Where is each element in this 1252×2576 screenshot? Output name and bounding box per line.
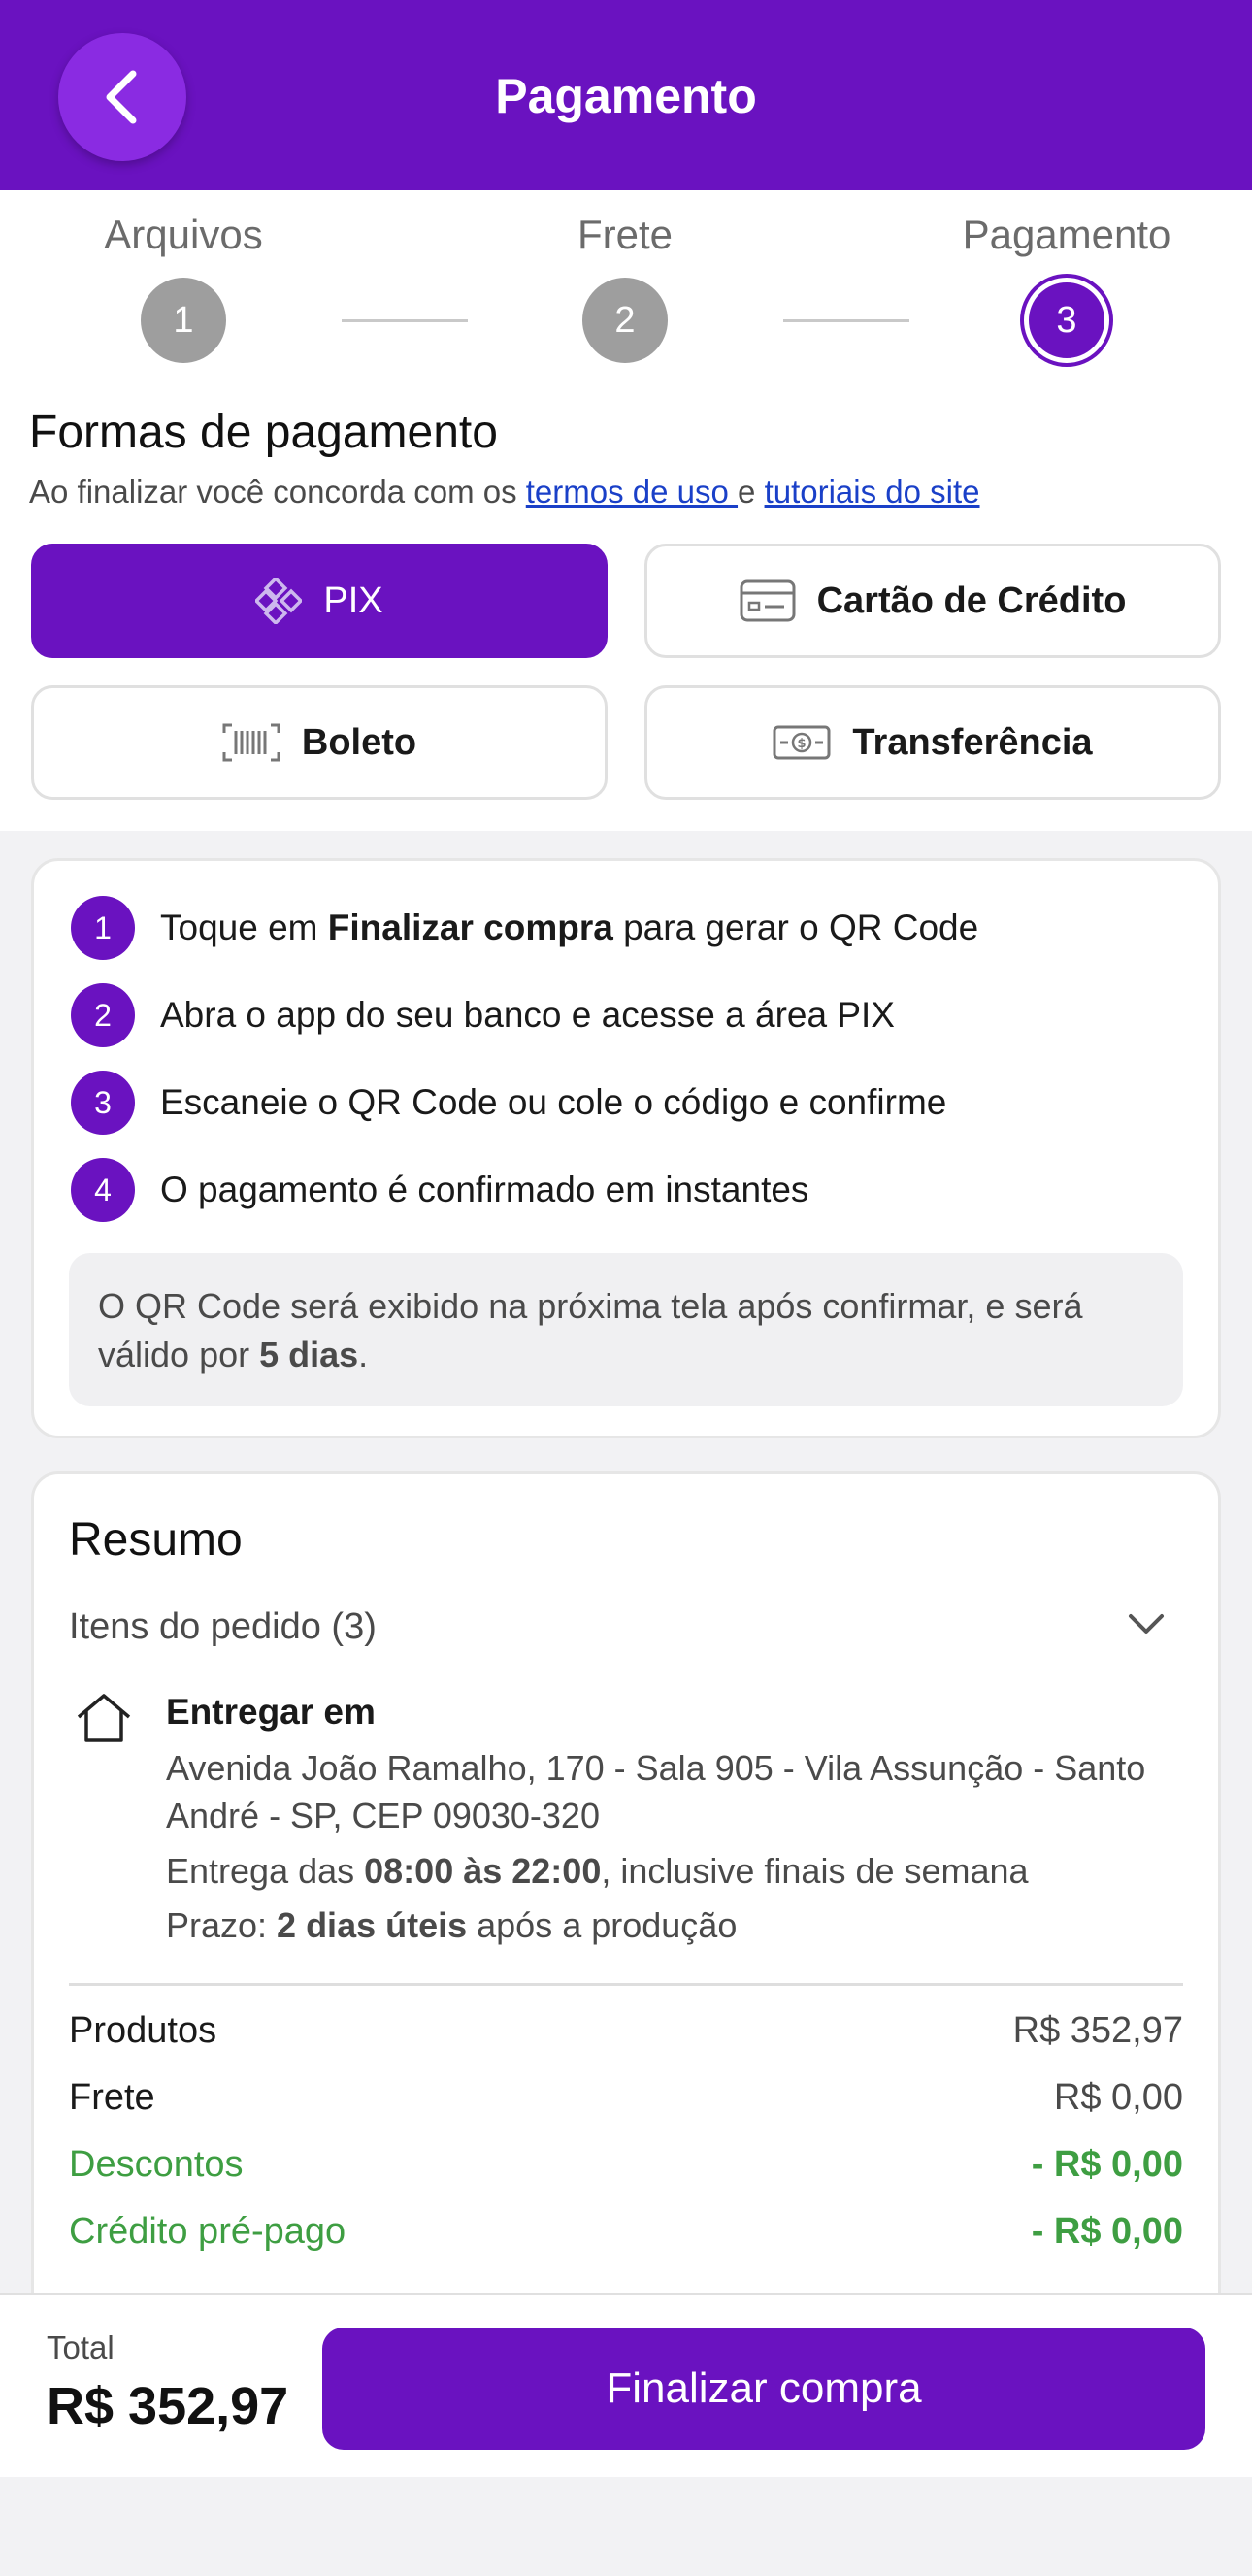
step-label-frete: Frete — [577, 212, 674, 257]
order-summary-card: Resumo Itens do pedido (3) Entregar em A… — [31, 1471, 1221, 2326]
note-text: O QR Code será exibido na próxima tela a… — [98, 1286, 1083, 1374]
summary-row-descontos: Descontos - R$ 0,00 — [69, 2144, 1183, 2186]
summary-label: Descontos — [69, 2144, 244, 2185]
step-connector — [783, 319, 909, 322]
step-label-arquivos: Arquivos — [104, 212, 263, 257]
deadline-text: após a produção — [467, 1905, 738, 1945]
section-title: Formas de pagamento — [29, 407, 498, 458]
delivery-deadline: Prazo: 2 dias úteis após a produção — [166, 1901, 1183, 1949]
order-items-label: Itens do pedido (3) — [69, 1606, 377, 1647]
summary-value: R$ 352,97 — [1012, 2010, 1183, 2051]
summary-value: R$ 0,00 — [1053, 2077, 1183, 2118]
delivery-hours: Entrega das 08:00 às 22:00, inclusive fi… — [166, 1847, 1183, 1895]
instruction-text: O pagamento é confirmado em instantes — [160, 1170, 809, 1209]
svg-text:$: $ — [798, 737, 807, 751]
hours-bold: 08:00 às 22:00 — [364, 1851, 602, 1891]
step-number: 2 — [71, 983, 135, 1047]
delivery-address: Avenida João Ramalho, 170 - Sala 905 - V… — [166, 1748, 1146, 1835]
deadline-text: Prazo: — [166, 1905, 278, 1945]
method-pix-button[interactable]: PIX — [31, 544, 608, 658]
instruction-text-part: para gerar o QR Code — [612, 908, 979, 947]
deliver-title: Entregar em — [166, 1692, 376, 1732]
summary-label: Frete — [69, 2077, 155, 2118]
site-tutorials-link[interactable]: tutoriais do site — [765, 474, 980, 510]
payment-methods-section: Formas de pagamento Ao finalizar você co… — [0, 375, 1252, 831]
note-text-bold: 5 dias — [259, 1335, 359, 1374]
hours-text: , inclusive finais de semana — [601, 1851, 1029, 1891]
instruction-step-3: 3 Escaneie o QR Code ou cole o código e … — [71, 1071, 946, 1135]
divider — [69, 1983, 1183, 1986]
step-label-pagamento: Pagamento — [962, 212, 1171, 257]
terms-of-use-link[interactable]: termos de uso — [526, 474, 738, 510]
instruction-text-part: Toque em — [160, 908, 328, 947]
summary-row-frete: Frete R$ 0,00 — [69, 2077, 1183, 2119]
step-circle-2[interactable]: 2 — [582, 278, 668, 363]
summary-title: Resumo — [69, 1514, 243, 1566]
instruction-text: Toque em Finalizar compra para gerar o Q… — [160, 908, 978, 948]
method-label: Boleto — [301, 721, 417, 763]
step-number: 3 — [71, 1071, 135, 1135]
terms-mid: e — [738, 474, 765, 510]
finish-purchase-button[interactable]: Finalizar compra — [322, 2328, 1205, 2450]
method-label: Transferência — [852, 721, 1093, 763]
terms-prefix: Ao finalizar você concorda com os — [29, 474, 526, 510]
instruction-text: Escaneie o QR Code ou cole o código e co… — [160, 1082, 947, 1122]
hours-text: Entrega das — [166, 1851, 365, 1891]
method-credit-card-button[interactable]: Cartão de Crédito — [644, 544, 1221, 658]
method-boleto-button[interactable]: Boleto — [31, 685, 608, 800]
note-text: . — [358, 1335, 369, 1374]
method-transfer-button[interactable]: $ Transferência — [644, 685, 1221, 800]
instruction-text: Abra o app do seu banco e acesse a área … — [160, 995, 895, 1035]
method-label: Cartão de Crédito — [816, 579, 1127, 621]
step-number: 4 — [71, 1158, 135, 1222]
summary-value: - R$ 0,00 — [1031, 2211, 1183, 2252]
app-header: Pagamento — [0, 0, 1252, 190]
credit-card-icon — [740, 579, 796, 622]
chevron-down-icon — [1129, 1614, 1164, 1634]
step-circle-1[interactable]: 1 — [141, 278, 226, 363]
method-label: PIX — [323, 579, 383, 621]
summary-value: - R$ 0,00 — [1031, 2144, 1183, 2185]
total-label: Total — [47, 2329, 115, 2365]
barcode-icon — [222, 723, 280, 762]
summary-label: Produtos — [69, 2010, 217, 2051]
total-value: R$ 352,97 — [47, 2377, 289, 2435]
instruction-step-1: 1 Toque em Finalizar compra para gerar o… — [71, 896, 978, 960]
summary-row-produtos: Produtos R$ 352,97 — [69, 2010, 1183, 2052]
qr-code-note: O QR Code será exibido na próxima tela a… — [69, 1253, 1183, 1406]
summary-label: Crédito pré-pago — [69, 2211, 346, 2252]
step-connector — [342, 319, 468, 322]
instruction-step-2: 2 Abra o app do seu banco e acesse a áre… — [71, 983, 895, 1047]
deadline-bold: 2 dias úteis — [277, 1905, 468, 1945]
instruction-step-4: 4 O pagamento é confirmado em instantes — [71, 1158, 808, 1222]
order-items-toggle[interactable]: Itens do pedido (3) — [69, 1606, 1183, 1648]
pix-instructions-card: 1 Toque em Finalizar compra para gerar o… — [31, 858, 1221, 1438]
summary-row-credito: Crédito pré-pago - R$ 0,00 — [69, 2211, 1183, 2253]
checkout-stepper: Arquivos 1 Frete 2 Pagamento 3 — [0, 190, 1252, 375]
page-title: Pagamento — [495, 69, 757, 123]
step-number: 1 — [71, 896, 135, 960]
checkout-footer: Total R$ 352,97 Finalizar compra — [0, 2293, 1252, 2477]
home-icon — [77, 1694, 131, 1742]
money-transfer-icon: $ — [773, 725, 831, 760]
terms-text: Ao finalizar você concorda com os termos… — [29, 474, 980, 511]
step-circle-3: 3 — [1024, 278, 1109, 363]
instruction-text-bold: Finalizar compra — [327, 908, 613, 947]
pix-icon — [255, 578, 303, 624]
